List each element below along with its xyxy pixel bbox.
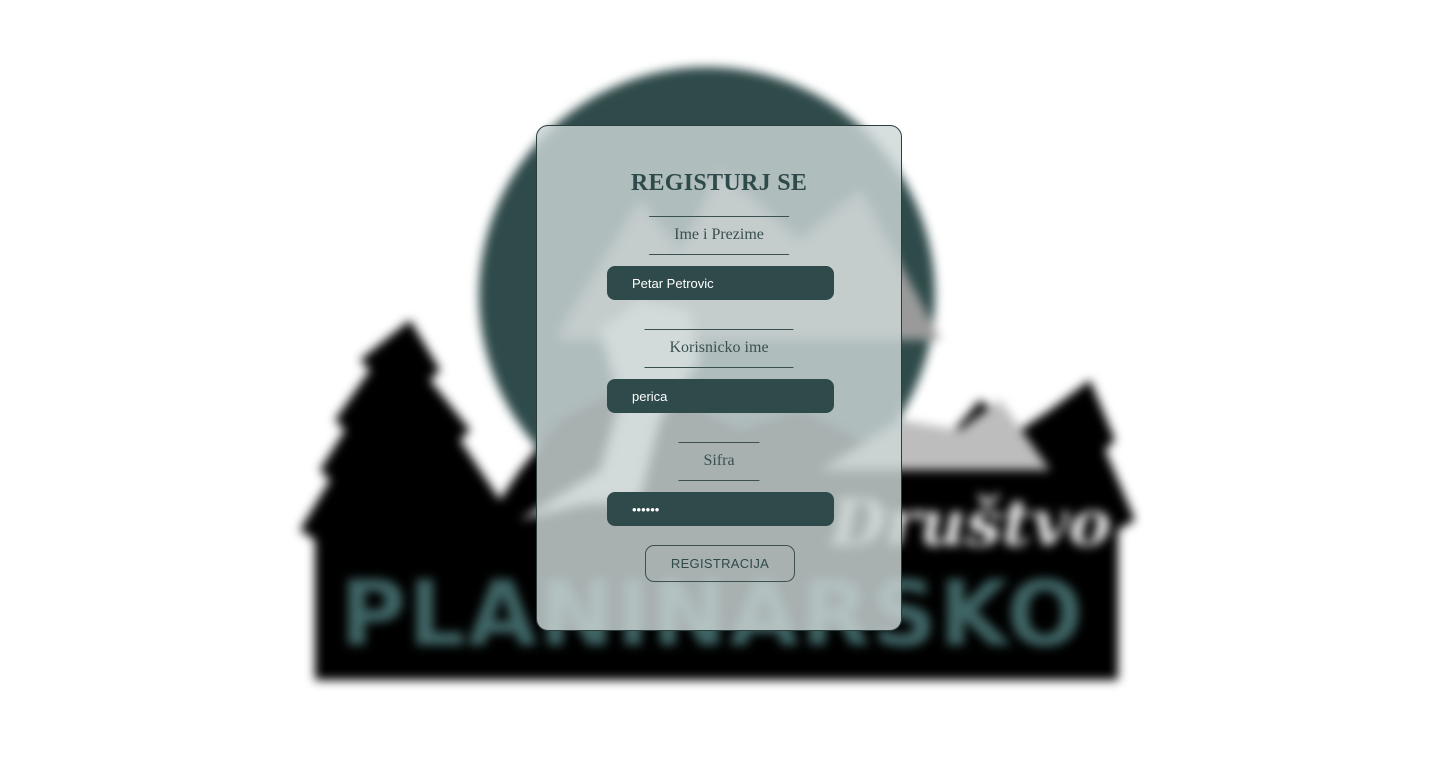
full-name-input[interactable]	[607, 266, 834, 300]
password-input[interactable]	[607, 492, 834, 526]
username-input[interactable]	[607, 379, 834, 413]
username-label: Korisnicko ime	[644, 329, 794, 368]
full-name-label: Ime i Prezime	[649, 216, 789, 255]
form-title: REGISTURJ SE	[630, 170, 808, 196]
page: Društvo PLANINARSKO REGISTURJ SE Ime i P…	[0, 0, 1440, 757]
password-label: Sifra	[678, 442, 760, 481]
registration-card: REGISTURJ SE Ime i Prezime Korisnicko im…	[536, 125, 902, 631]
register-button[interactable]: REGISTRACIJA	[645, 545, 795, 582]
